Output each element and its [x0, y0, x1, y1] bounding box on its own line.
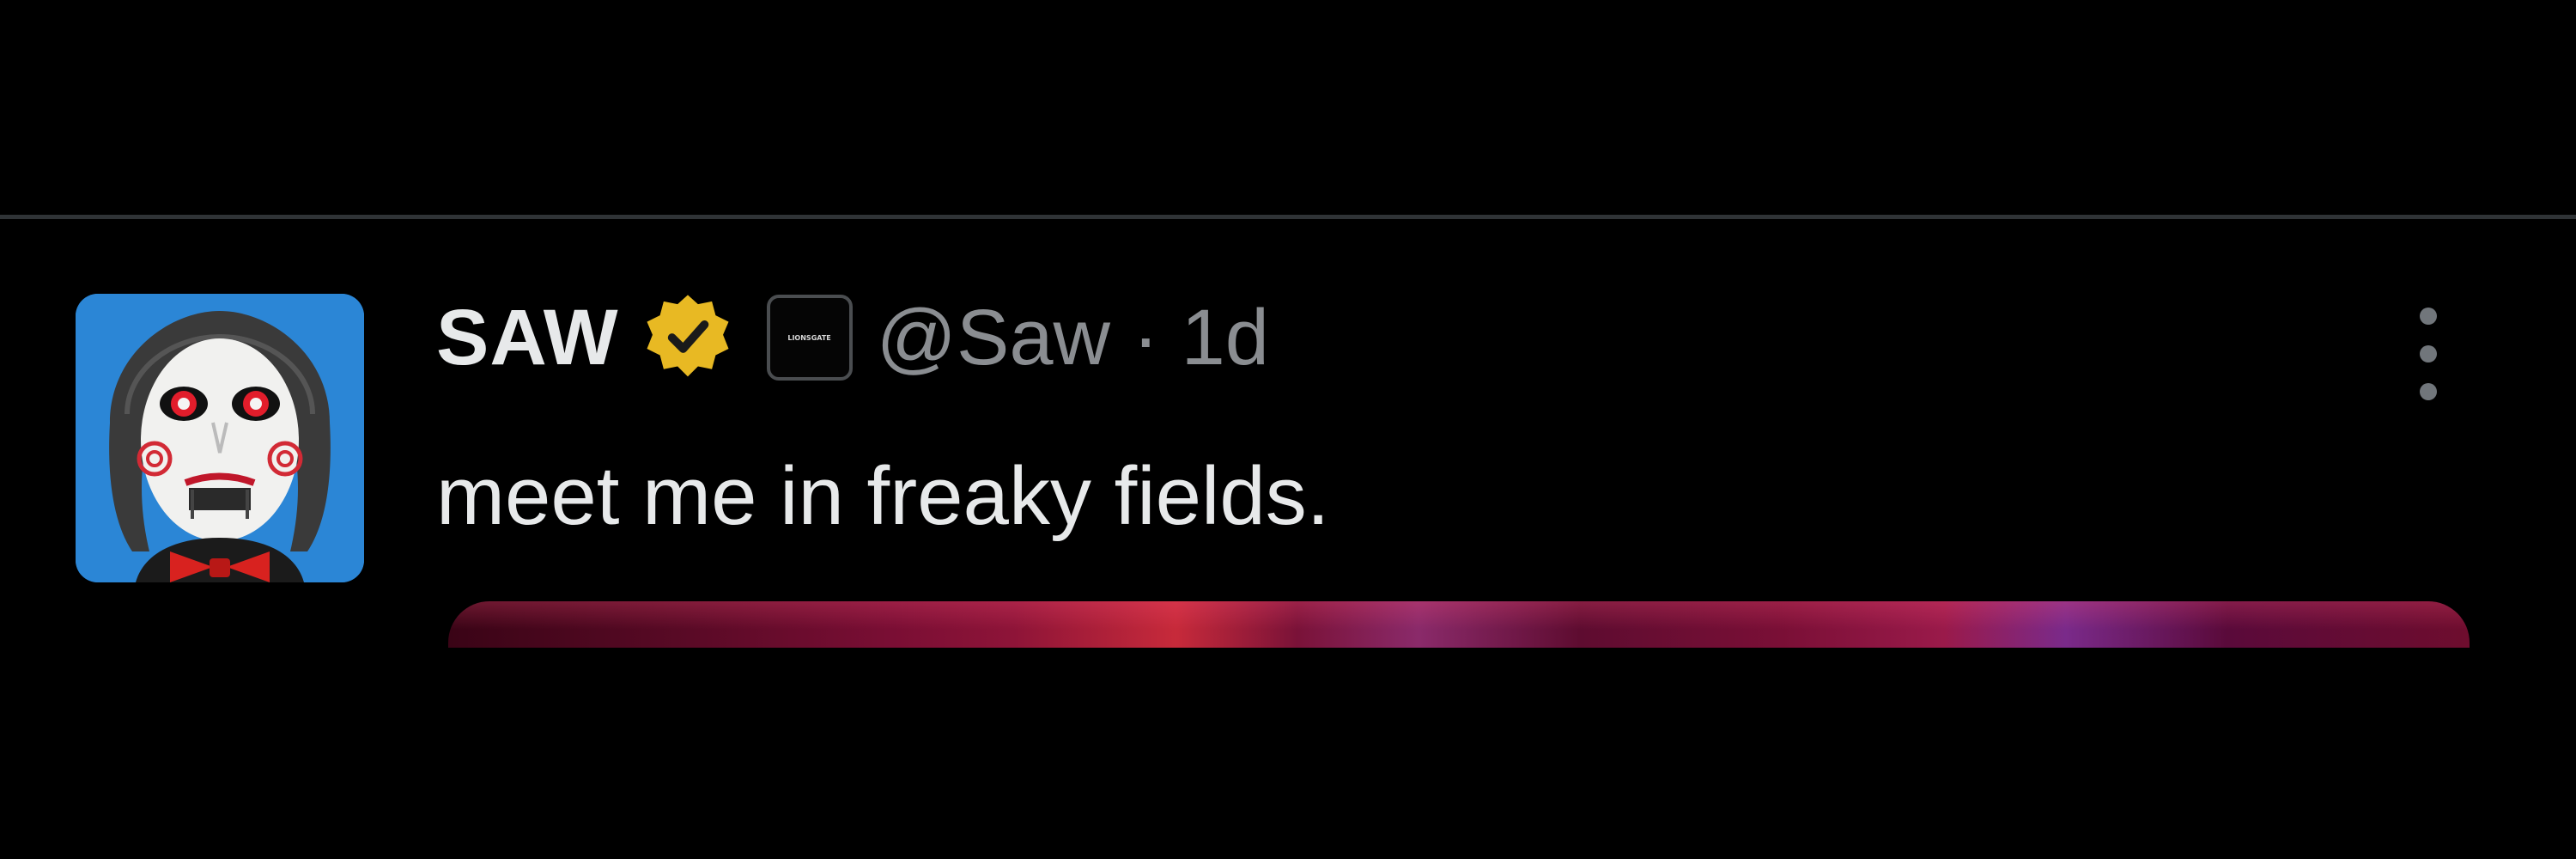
tweet-media-preview[interactable] — [448, 601, 2470, 648]
verified-badge-icon[interactable] — [641, 291, 734, 384]
jigsaw-puppet-icon — [76, 294, 364, 582]
timeline-divider — [0, 215, 2576, 219]
avatar[interactable] — [76, 294, 364, 582]
timestamp[interactable]: 1d — [1182, 290, 1269, 385]
separator-dot: · — [1132, 294, 1159, 381]
affiliate-badge[interactable]: LIONSGATE — [766, 295, 853, 381]
tweet-header: SAW LIONSGATE @Saw · 1d — [436, 290, 1269, 385]
user-handle[interactable]: @Saw — [877, 290, 1110, 385]
more-vertical-icon — [2420, 308, 2437, 325]
display-name[interactable]: SAW — [436, 290, 619, 385]
more-options-button[interactable] — [2394, 301, 2463, 407]
more-vertical-icon-dot — [2420, 345, 2437, 362]
affiliate-badge-text: LIONSGATE — [787, 333, 831, 342]
more-vertical-icon-dot — [2420, 383, 2437, 400]
tweet-text: meet me in freaky fields. — [436, 450, 1330, 542]
